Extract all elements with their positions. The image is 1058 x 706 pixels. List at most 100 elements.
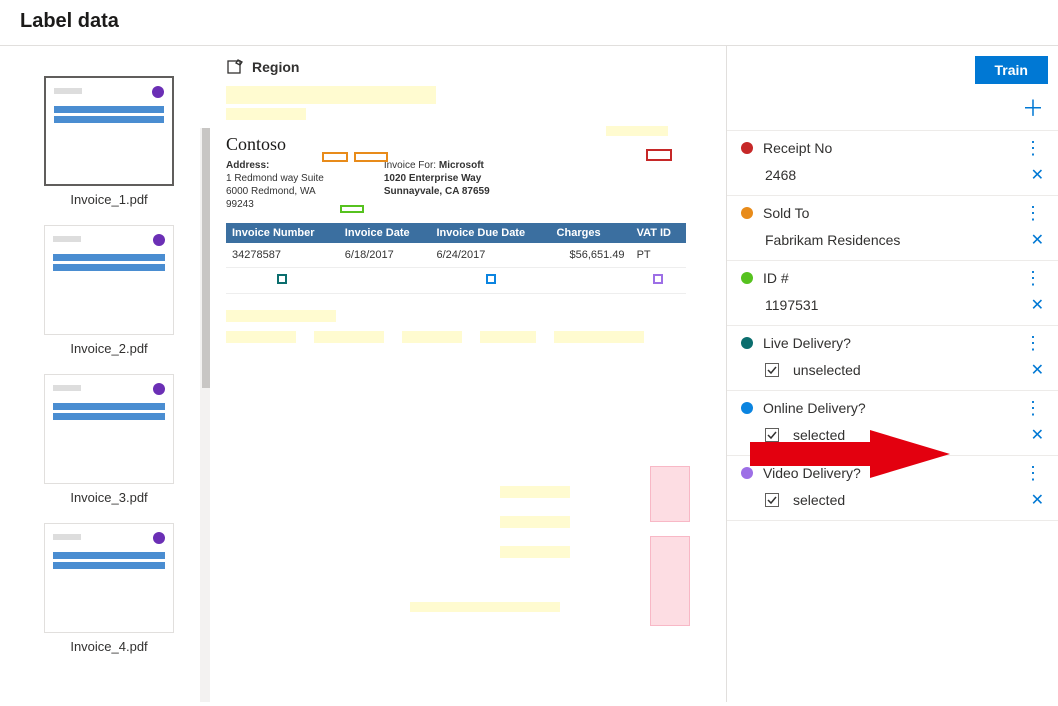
highlight xyxy=(402,331,462,343)
page-header: Label data xyxy=(0,0,1058,46)
label-menu-icon[interactable]: ⋮ xyxy=(1022,399,1044,417)
region-selection[interactable] xyxy=(650,536,690,626)
canvas-toolbar: Region xyxy=(226,58,710,76)
thumbnail-item[interactable]: Invoice_2.pdf xyxy=(44,225,174,356)
highlight xyxy=(410,602,560,612)
label-value: unselected xyxy=(793,362,1021,378)
thumbnail-filename: Invoice_4.pdf xyxy=(44,639,174,654)
thumbnail-filename: Invoice_3.pdf xyxy=(44,490,174,505)
address-line: 6000 Redmond, WA xyxy=(226,186,316,197)
table-annotation-row xyxy=(226,268,686,294)
main-layout: Invoice_1.pdf Invoice_2.pdf Invoice_3.pd… xyxy=(0,46,1058,702)
document-preview: Contoso Address: 1 Redmond way Suite 600… xyxy=(226,86,686,343)
table-header: VAT ID xyxy=(631,223,686,243)
label-color-dot xyxy=(741,207,753,219)
label-menu-icon[interactable]: ⋮ xyxy=(1022,269,1044,287)
table-header: Charges xyxy=(551,223,631,243)
add-label-icon[interactable]: ＋ xyxy=(1022,98,1044,120)
table-header: Invoice Due Date xyxy=(430,223,550,243)
label-menu-icon[interactable]: ⋮ xyxy=(1022,139,1044,157)
highlight xyxy=(500,546,570,558)
table-cell: $56,651.49 xyxy=(551,243,631,268)
label-color-dot xyxy=(741,142,753,154)
thumbnail-filename: Invoice_1.pdf xyxy=(44,192,174,207)
thumbnail-preview xyxy=(44,374,174,484)
clear-value-icon[interactable]: ✕ xyxy=(1031,360,1044,380)
highlight xyxy=(226,310,336,322)
annotation-marker[interactable] xyxy=(277,274,287,284)
annotation-box[interactable] xyxy=(646,149,672,161)
label-field[interactable]: Receipt No ⋮ 2468 ✕ xyxy=(727,131,1058,196)
annotation-box[interactable] xyxy=(322,152,348,162)
highlight xyxy=(500,486,570,498)
table-header: Invoice Date xyxy=(339,223,431,243)
annotation-box[interactable] xyxy=(340,205,364,213)
clear-value-icon[interactable]: ✕ xyxy=(1031,165,1044,185)
label-color-dot xyxy=(741,402,753,414)
invoice-for-line: 1020 Enterprise Way xyxy=(384,173,481,184)
address-line: 99243 xyxy=(226,199,254,210)
label-menu-icon[interactable]: ⋮ xyxy=(1022,334,1044,352)
highlight xyxy=(480,331,536,343)
annotation-marker[interactable] xyxy=(653,274,663,284)
region-selection[interactable] xyxy=(650,466,690,522)
label-name: Sold To xyxy=(763,205,1012,221)
thumbnail-preview xyxy=(44,523,174,633)
thumbnail-item[interactable]: Invoice_4.pdf xyxy=(44,523,174,654)
thumbnail-item[interactable]: Invoice_3.pdf xyxy=(44,374,174,505)
label-value: 1197531 xyxy=(765,297,1021,313)
clear-value-icon[interactable]: ✕ xyxy=(1031,425,1044,445)
annotation-box[interactable] xyxy=(354,152,388,162)
thumbnail-filename: Invoice_2.pdf xyxy=(44,341,174,356)
train-row: Train xyxy=(727,46,1058,92)
document-company: Contoso xyxy=(226,134,686,155)
attention-arrow-icon xyxy=(750,430,950,478)
label-name: Receipt No xyxy=(763,140,1012,156)
label-name: ID # xyxy=(763,270,1012,286)
label-field[interactable]: Live Delivery? ⋮ unselected ✕ xyxy=(727,326,1058,391)
invoice-for-line: Sunnayvale, CA 87659 xyxy=(384,186,490,197)
label-color-dot xyxy=(741,272,753,284)
thumbnail-status-dot xyxy=(153,383,165,395)
thumbnail-preview xyxy=(44,225,174,335)
region-icon[interactable] xyxy=(226,58,244,76)
thumbnail-item[interactable]: Invoice_1.pdf xyxy=(44,76,174,207)
table-cell: 6/24/2017 xyxy=(430,243,550,268)
thumbnail-status-dot xyxy=(153,234,165,246)
label-field[interactable]: Sold To ⋮ Fabrikam Residences ✕ xyxy=(727,196,1058,261)
table-cell: PT xyxy=(631,243,686,268)
checkbox-icon xyxy=(765,493,779,507)
table-header: Invoice Number xyxy=(226,223,339,243)
invoice-for-name: Microsoft xyxy=(439,160,484,171)
thumbnail-status-dot xyxy=(153,532,165,544)
label-menu-icon[interactable]: ⋮ xyxy=(1022,204,1044,222)
document-table: Invoice Number Invoice Date Invoice Due … xyxy=(226,223,686,294)
clear-value-icon[interactable]: ✕ xyxy=(1031,295,1044,315)
label-menu-icon[interactable]: ⋮ xyxy=(1022,464,1044,482)
highlight xyxy=(500,516,570,528)
train-button[interactable]: Train xyxy=(975,56,1048,84)
labels-panel: Train ＋ Receipt No ⋮ 2468 ✕ Sold To ⋮ F xyxy=(726,46,1058,702)
sidebar-scrollbar[interactable] xyxy=(200,128,210,702)
annotation-marker[interactable] xyxy=(486,274,496,284)
add-label-row: ＋ xyxy=(727,92,1058,131)
label-field[interactable]: ID # ⋮ 1197531 ✕ xyxy=(727,261,1058,326)
clear-value-icon[interactable]: ✕ xyxy=(1031,230,1044,250)
label-value: Fabrikam Residences xyxy=(765,232,1021,248)
highlight xyxy=(554,331,644,343)
document-canvas[interactable]: Region Contoso Address: 1 Redmond way Su… xyxy=(210,46,726,702)
clear-value-icon[interactable]: ✕ xyxy=(1031,490,1044,510)
table-cell: 6/18/2017 xyxy=(339,243,431,268)
label-value: 2468 xyxy=(765,167,1021,183)
thumbnail-status-dot xyxy=(152,86,164,98)
thumbnail-sidebar: Invoice_1.pdf Invoice_2.pdf Invoice_3.pd… xyxy=(0,46,210,702)
address-label: Address: xyxy=(226,160,269,171)
checkbox-icon xyxy=(765,363,779,377)
region-tool-label[interactable]: Region xyxy=(252,59,299,75)
document-address: Address: 1 Redmond way Suite 6000 Redmon… xyxy=(226,159,324,211)
invoice-for-label: Invoice For: xyxy=(384,160,436,171)
table-cell: 34278587 xyxy=(226,243,339,268)
address-line: 1 Redmond way Suite xyxy=(226,173,324,184)
thumbnail-preview xyxy=(44,76,174,186)
label-value: selected xyxy=(793,492,1021,508)
